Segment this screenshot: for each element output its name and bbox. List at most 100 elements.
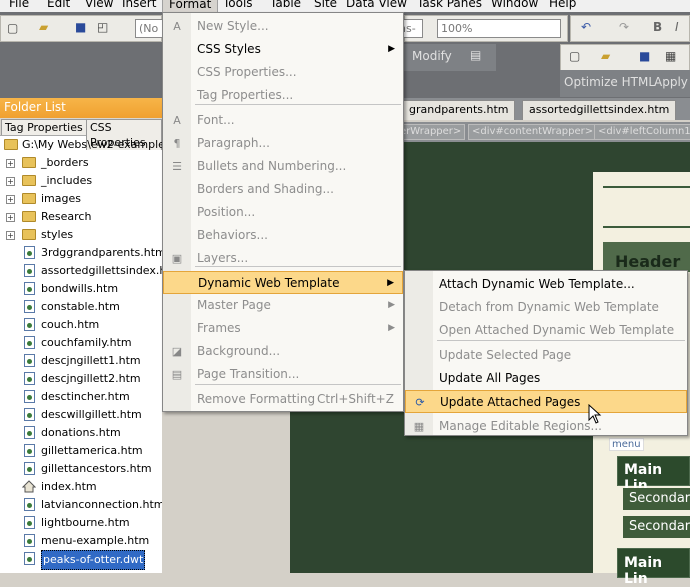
dwt-menu-item[interactable]: Update Selected Page — [405, 344, 687, 367]
save-toolbar-icon[interactable]: ■ — [639, 49, 650, 63]
document-tabs: grandparents.htm assortedgillettsindex.h… — [402, 98, 690, 120]
style-combo[interactable]: (No — [135, 19, 163, 38]
menu-data-view[interactable]: Data View — [346, 0, 407, 11]
print-icon[interactable]: ▦ — [665, 49, 676, 63]
tree-root[interactable]: G:\My Webs\ew2-example-m — [0, 136, 162, 154]
main-link-2[interactable]: Main Lin — [624, 555, 690, 587]
format-menu-item[interactable]: ▤ Page Transition... — [163, 363, 403, 386]
zoom-combo[interactable]: 100% — [437, 19, 561, 38]
background-icon: ◪ — [171, 345, 183, 358]
folder-item[interactable]: + Research — [0, 208, 162, 226]
dwt-submenu: Attach Dynamic Web Template... Detach fro… — [404, 270, 688, 436]
open-folder-icon[interactable]: ▰ — [39, 20, 48, 34]
format-menu-item[interactable]: A New Style... — [163, 15, 403, 38]
menu-view[interactable]: View — [85, 0, 113, 11]
format-menu-item[interactable]: Position... — [163, 201, 403, 224]
dwt-menu-item[interactable]: Update All Pages — [405, 367, 687, 390]
tab-grandparents[interactable]: grandparents.htm — [402, 100, 516, 120]
file-item[interactable]: descjngillett2.htm — [0, 370, 162, 388]
dwt-menu-item[interactable]: Detach from Dynamic Web Template — [405, 296, 687, 319]
expand-icon[interactable]: + — [6, 213, 15, 222]
tab-assortedgillettsindex[interactable]: assortedgillettsindex.htm — [522, 100, 677, 120]
format-menu-item[interactable]: ☰ Bullets and Numbering... — [163, 155, 403, 178]
format-menu-item[interactable]: CSS Properties... — [163, 61, 403, 84]
expand-icon[interactable]: + — [6, 195, 15, 204]
crumb-wrapper[interactable]: erWrapper> — [396, 124, 466, 140]
format-menu-item[interactable]: Master Page ▶ — [163, 294, 403, 317]
file-item[interactable]: descwillgillett.htm — [0, 406, 162, 424]
file-item[interactable]: gillettancestors.htm — [0, 460, 162, 478]
file-item[interactable]: descjngillett1.htm — [0, 352, 162, 370]
format-menu-item[interactable]: Remove Formatting Ctrl+Shift+Z — [163, 388, 403, 411]
new-page-icon[interactable]: ▢ — [7, 21, 18, 35]
file-item[interactable]: menu-example.htm — [0, 532, 162, 550]
file-item[interactable]: latvianconnection.htm — [0, 496, 162, 514]
expand-icon[interactable]: + — [6, 177, 15, 186]
menu-window[interactable]: Window — [491, 0, 538, 11]
format-menu-item[interactable]: ▣ Layers... — [163, 247, 403, 270]
dwt-menu-item[interactable]: Attach Dynamic Web Template... — [405, 273, 687, 296]
tab-tag-properties[interactable]: Tag Properties — [1, 119, 87, 135]
file-item[interactable]: couchfamily.htm — [0, 334, 162, 352]
menu-file[interactable]: File — [9, 0, 29, 11]
folder-item[interactable]: + _borders — [0, 154, 162, 172]
folder-item[interactable]: + _includes — [0, 172, 162, 190]
open-icon[interactable]: ▰ — [601, 49, 610, 63]
format-menu-item[interactable]: Frames ▶ — [163, 317, 403, 340]
format-menu-item[interactable]: ◪ Background... — [163, 340, 403, 363]
italic-icon[interactable]: I — [675, 20, 679, 34]
dwt-menu-item[interactable]: Open Attached Dynamic Web Template — [405, 319, 687, 342]
file-item[interactable]: index.htm — [0, 478, 162, 496]
bold-icon[interactable]: B — [653, 20, 662, 34]
apply-button[interactable]: Apply — [654, 75, 688, 89]
save-icon[interactable]: ■ — [75, 20, 86, 34]
expand-icon[interactable]: + — [6, 159, 15, 168]
file-item[interactable]: donations.htm — [0, 424, 162, 442]
menu-help[interactable]: Help — [549, 0, 576, 11]
crumb-content-wrapper[interactable]: <div#contentWrapper> — [468, 124, 598, 140]
region-icon[interactable]: ▤ — [470, 48, 481, 62]
undo-icon[interactable]: ↶ — [581, 20, 591, 34]
format-menu: A New Style... CSS Styles ▶ CSS Properties..… — [162, 12, 404, 412]
menu-task-panes[interactable]: Task Panes — [417, 0, 482, 11]
file-item[interactable]: couch.htm — [0, 316, 162, 334]
dwt-menu-item[interactable]: ⟳ Update Attached Pages — [405, 390, 687, 413]
crumb-left-column[interactable]: <div#leftColumn1> — [594, 124, 690, 140]
dwt-menu-item[interactable]: ▦ Manage Editable Regions... — [405, 415, 687, 438]
file-item[interactable]: desctincher.htm — [0, 388, 162, 406]
file-item[interactable]: lightbourne.htm — [0, 514, 162, 532]
tree-item-label: couch.htm — [41, 318, 100, 331]
folder-item[interactable]: + images — [0, 190, 162, 208]
format-menu-item[interactable]: Behaviors... — [163, 224, 403, 247]
file-item[interactable]: 3rdggrandparents.htm — [0, 244, 162, 262]
menu-tools[interactable]: Tools — [223, 0, 253, 11]
formatting-toolbar: ns- 100% — [395, 15, 568, 42]
menu-insert[interactable]: Insert — [122, 0, 156, 11]
file-item[interactable]: constable.htm — [0, 298, 162, 316]
format-menu-item[interactable]: ¶ Paragraph... — [163, 132, 403, 155]
menu-format[interactable]: Format — [162, 0, 219, 12]
folder-item[interactable]: + styles — [0, 226, 162, 244]
format-menu-item[interactable]: A Font... — [163, 109, 403, 132]
menu-tag-label: menu — [609, 438, 644, 451]
file-item[interactable]: peaks-of-otter.dwt — [0, 550, 162, 570]
preview-icon[interactable]: ◰ — [97, 20, 108, 34]
menu-edit[interactable]: Edit — [47, 0, 70, 11]
file-item[interactable]: gillettamerica.htm — [0, 442, 162, 460]
expand-icon[interactable]: + — [6, 231, 15, 240]
modify-button[interactable]: Modify — [412, 49, 452, 63]
format-menu-item[interactable]: Tag Properties... — [163, 84, 403, 107]
redo-icon[interactable]: ↷ — [619, 20, 629, 34]
format-menu-item[interactable]: CSS Styles ▶ — [163, 38, 403, 61]
optimize-html-button[interactable]: Optimize HTML — [564, 75, 655, 89]
menu-site[interactable]: Site — [314, 0, 337, 11]
format-menu-item[interactable]: Borders and Shading... — [163, 178, 403, 201]
file-item[interactable]: assortedgillettsindex.htm — [0, 262, 162, 280]
secondary-link-1[interactable]: Secondar — [629, 491, 690, 506]
secondary-link-2[interactable]: Secondar — [629, 519, 690, 534]
file-item[interactable]: bondwills.htm — [0, 280, 162, 298]
menu-table[interactable]: Table — [270, 0, 301, 11]
new-icon[interactable]: ▢ — [569, 49, 580, 63]
format-menu-item[interactable]: Dynamic Web Template ▶ — [163, 271, 403, 294]
menu-item-label: Borders and Shading... — [197, 182, 334, 196]
